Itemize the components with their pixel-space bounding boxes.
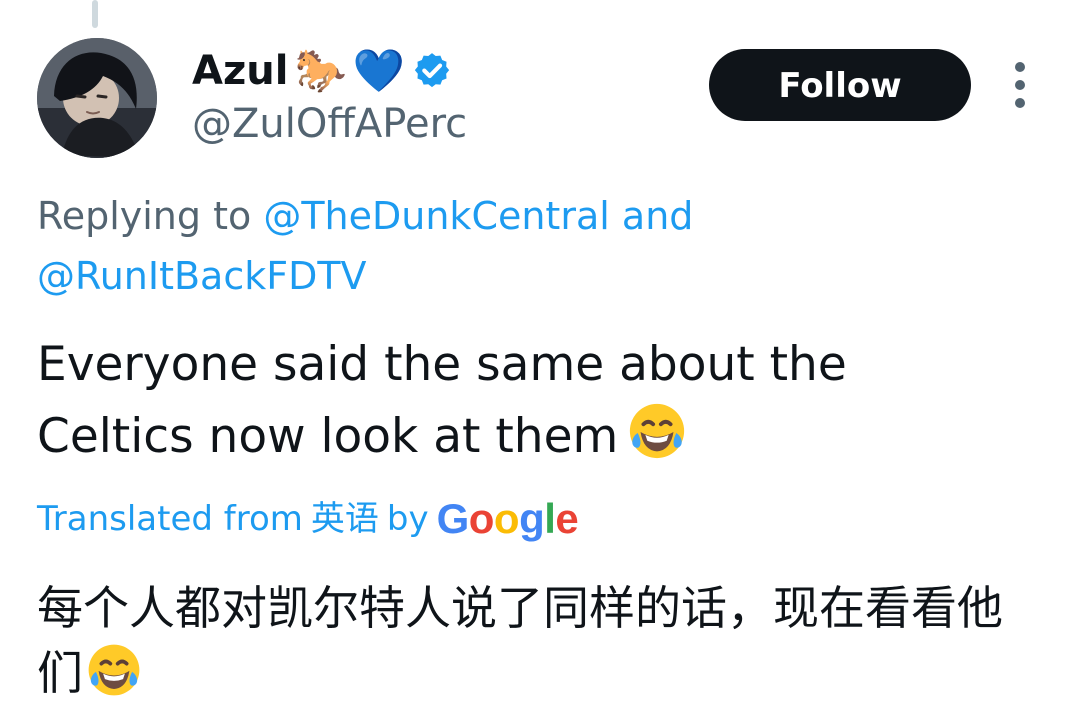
avatar[interactable] xyxy=(37,38,157,158)
google-letter-o2: o xyxy=(493,495,520,542)
mention-the-dunk-central[interactable]: @TheDunkCentral xyxy=(263,194,609,238)
tweet-page: Azul 🐎 💙 @ZulOffAPerc Follow Replying to… xyxy=(0,0,1080,720)
tweet-text: Everyone said the same about the Celtics… xyxy=(37,330,1017,472)
translated-from-label: Translated from xyxy=(37,499,303,539)
display-name[interactable]: Azul xyxy=(192,44,288,98)
google-letter-g2: g xyxy=(519,495,545,542)
google-logo: Google xyxy=(437,494,579,544)
more-dot xyxy=(1015,80,1025,90)
face-with-tears-of-joy-emoji xyxy=(85,641,143,699)
google-letter-g: G xyxy=(436,495,470,542)
google-letter-o1: o xyxy=(468,495,495,542)
google-letter-l: l xyxy=(544,495,556,542)
more-dot xyxy=(1015,62,1025,72)
horse-emoji: 🐎 xyxy=(294,46,347,95)
thread-connector-line xyxy=(92,0,98,28)
replying-to-label: Replying to xyxy=(37,194,252,238)
more-dot xyxy=(1015,98,1025,108)
more-vertical-icon[interactable] xyxy=(1008,62,1032,108)
mention-run-it-back[interactable]: @RunItBackFDTV xyxy=(37,254,367,298)
face-with-tears-of-joy-emoji xyxy=(626,400,688,462)
source-language: 英语 xyxy=(310,499,379,539)
tweet-body: Everyone said the same about the Celtics… xyxy=(37,337,847,464)
reply-context: Replying to @TheDunkCentral and @RunItBa… xyxy=(37,186,1017,306)
follow-button[interactable]: Follow xyxy=(709,49,971,121)
author-name-row: Azul 🐎 💙 xyxy=(192,44,453,98)
translated-tweet-text: 每个人都对凯尔特人说了同样的话，现在看看他们 xyxy=(37,576,1037,706)
mention-connector: and xyxy=(621,194,694,238)
verified-badge-icon xyxy=(411,50,453,92)
google-letter-e: e xyxy=(555,495,579,542)
translated-by-label: by xyxy=(386,499,429,539)
blue-heart-emoji: 💙 xyxy=(352,46,406,95)
translation-attribution: Translated from 英语 by Google xyxy=(37,494,579,544)
author-handle[interactable]: @ZulOffAPerc xyxy=(192,99,467,149)
translated-body: 每个人都对凯尔特人说了同样的话，现在看看他们 xyxy=(37,581,1003,700)
